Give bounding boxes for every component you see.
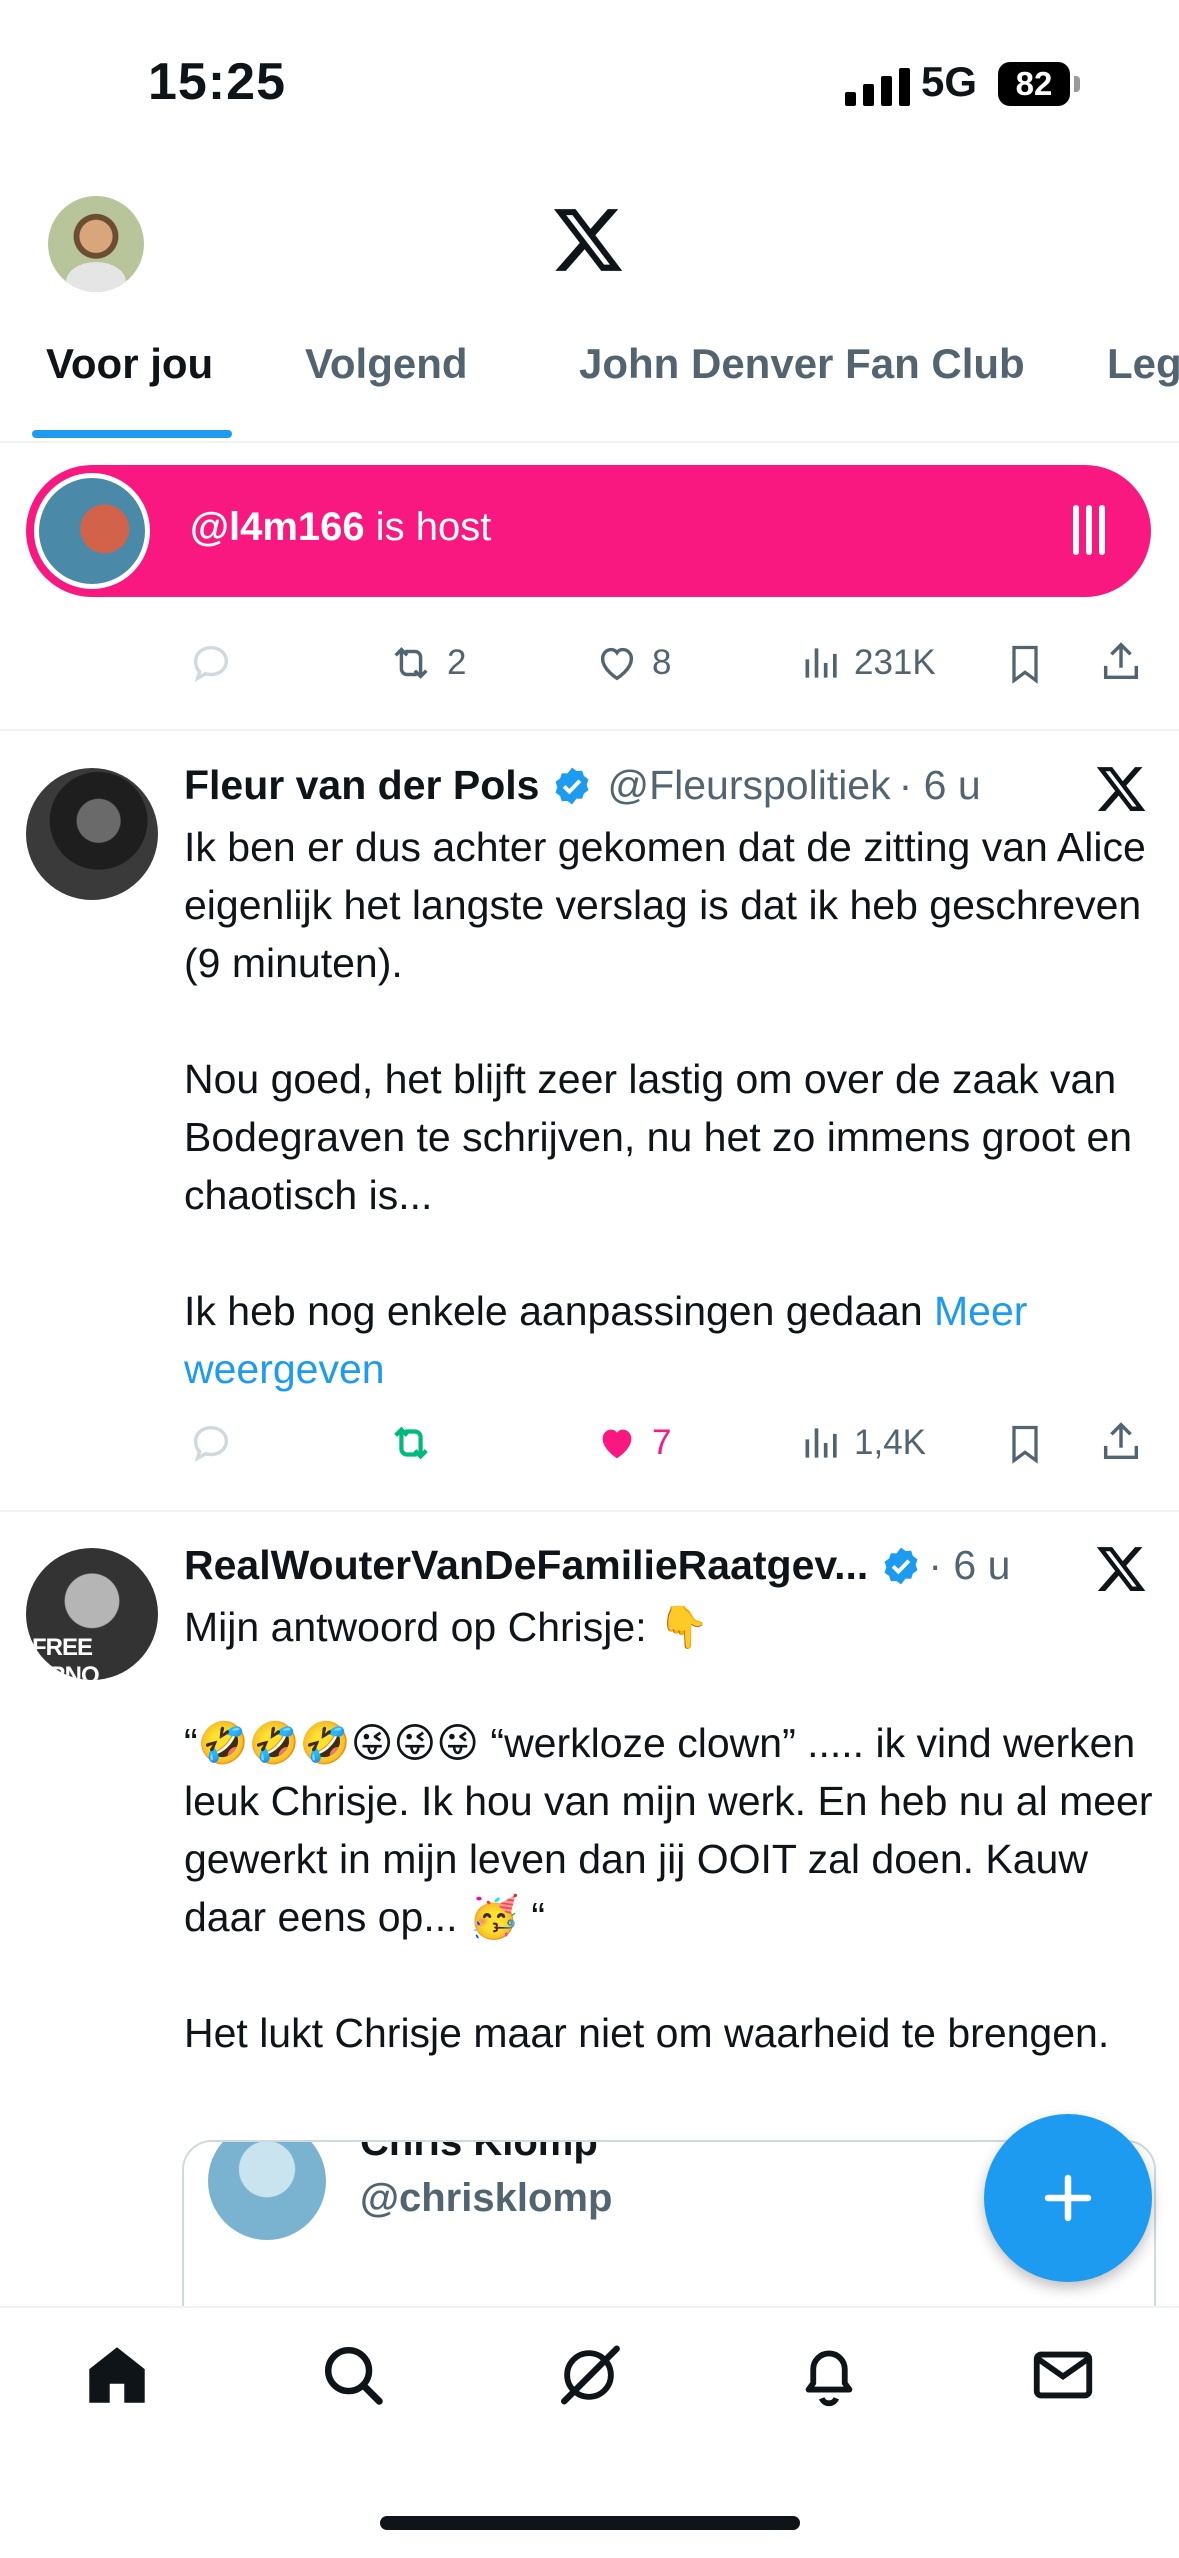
bookmark-button[interactable]: [1003, 1420, 1047, 1468]
home-icon[interactable]: [82, 2340, 152, 2410]
post-actions: 7 1,4K: [0, 1410, 1179, 1480]
notifications-icon[interactable]: [794, 2340, 864, 2410]
divider: [0, 729, 1179, 731]
x-logo-icon: [1096, 767, 1146, 811]
tab-voor-jou[interactable]: Voor jou: [46, 340, 213, 388]
share-icon: [1103, 642, 1139, 680]
bookmark-icon: [1012, 1425, 1038, 1464]
active-tab-indicator: [32, 430, 232, 438]
post-paragraph: Het lukt Chrisje maar niet om waarheid t…: [184, 2010, 1110, 2056]
quoted-author-name: Chris Klomp: [360, 2140, 598, 2164]
author-handle[interactable]: @Fleurspolitiek: [607, 762, 890, 809]
like-count: 8: [652, 643, 672, 682]
divider: [0, 441, 1179, 443]
analytics-icon: [805, 648, 837, 678]
space-live-bar[interactable]: @l4m166 is host: [26, 465, 1151, 597]
prev-post-actions: 2 8 231K: [0, 630, 1179, 700]
timeline-tabs: Voor jou Volgend John Denver Fan Club Le…: [0, 340, 1179, 440]
quoted-author-avatar: [208, 2142, 326, 2240]
tab-leg[interactable]: Leg: [1107, 340, 1179, 388]
profile-avatar[interactable]: [48, 196, 144, 292]
verified-badge-icon: [556, 767, 589, 804]
network-label: 5G: [921, 58, 978, 105]
post-header: RealWouterVanDeFamilieRaatgev... · 6 u: [184, 1542, 1010, 1589]
post-author-avatar[interactable]: FREE ARNO: [26, 1548, 158, 1680]
share-icon: [1103, 1422, 1139, 1460]
share-button[interactable]: [1098, 1418, 1144, 1466]
post-header: Fleur van der Pols @Fleurspolitiek · 6 u: [184, 762, 981, 809]
post-time: · 6 u: [898, 762, 981, 808]
view-count: 1,4K: [854, 1423, 926, 1462]
tab-volgend[interactable]: Volgend: [305, 340, 468, 388]
post-paragraph: Nou goed, het blijft zeer lastig om over…: [184, 1056, 1133, 1218]
messages-icon[interactable]: [1028, 2340, 1098, 2410]
repost-icon: [394, 647, 428, 679]
avatar-text: FREE ARNO: [32, 1634, 100, 1680]
reply-button[interactable]: [188, 1420, 234, 1466]
repost-count: 2: [447, 643, 467, 682]
space-host-text: @l4m166 is host: [190, 505, 492, 549]
audio-bars-icon: [1073, 505, 1105, 555]
x-logo-icon: [1096, 1547, 1146, 1591]
post-text[interactable]: Ik ben er dus achter gekomen dat de zitt…: [184, 818, 1179, 1398]
views-button[interactable]: 231K: [800, 640, 936, 686]
reply-button[interactable]: [188, 640, 234, 686]
bookmark-button[interactable]: [1003, 640, 1047, 688]
post-paragraph: Mijn antwoord op Chrisje: 👇: [184, 1604, 710, 1650]
battery-indicator: 82: [998, 62, 1080, 106]
compose-post-button[interactable]: [984, 2114, 1152, 2282]
author-name[interactable]: RealWouterVanDeFamilieRaatgev...: [184, 1542, 868, 1589]
post-paragraph: Ik heb nog enkele aanpassingen gedaan Me…: [184, 1288, 1028, 1392]
verified-badge-icon: [884, 1547, 918, 1584]
like-count: 7: [652, 1423, 672, 1462]
reply-icon: [193, 645, 229, 682]
repost-button[interactable]: [385, 1420, 437, 1466]
reply-icon: [193, 1425, 229, 1462]
quoted-author-handle: @chrisklomp: [360, 2176, 613, 2220]
grok-icon[interactable]: [554, 2340, 624, 2410]
author-name[interactable]: Fleur van der Pols: [184, 762, 539, 809]
post-paragraph: Ik ben er dus achter gekomen dat de zitt…: [184, 824, 1146, 986]
share-button[interactable]: [1098, 638, 1144, 686]
view-count: 231K: [854, 643, 936, 682]
search-icon[interactable]: [318, 2340, 388, 2410]
battery-level: 82: [1015, 65, 1053, 102]
bookmark-icon: [1012, 645, 1038, 684]
divider: [0, 1510, 1179, 1512]
home-indicator: [380, 2516, 800, 2530]
like-button[interactable]: 7: [592, 1420, 671, 1466]
tab-john-denver-fan-club[interactable]: John Denver Fan Club: [579, 340, 1025, 388]
repost-icon: [394, 1426, 428, 1460]
like-button[interactable]: 8: [592, 640, 671, 686]
x-logo-icon: [553, 209, 623, 271]
views-button[interactable]: 1,4K: [800, 1420, 926, 1466]
space-host-avatar: [34, 473, 150, 589]
analytics-icon: [805, 1428, 837, 1458]
signal-icon: [845, 66, 910, 106]
plus-icon: [1044, 2174, 1092, 2222]
post-time: · 6 u: [928, 1542, 1011, 1588]
status-time: 15:25: [148, 53, 286, 111]
heart-filled-icon: [602, 1429, 632, 1459]
heart-icon: [600, 647, 634, 681]
post-text[interactable]: Mijn antwoord op Chrisje: 👇 “🤣🤣🤣😜😜😜 “wer…: [184, 1598, 1174, 2062]
repost-button[interactable]: 2: [385, 640, 466, 686]
post-paragraph: “🤣🤣🤣😜😜😜 “werkloze clown” ..... ik vind w…: [184, 1720, 1153, 1940]
post-author-avatar[interactable]: [26, 768, 158, 900]
